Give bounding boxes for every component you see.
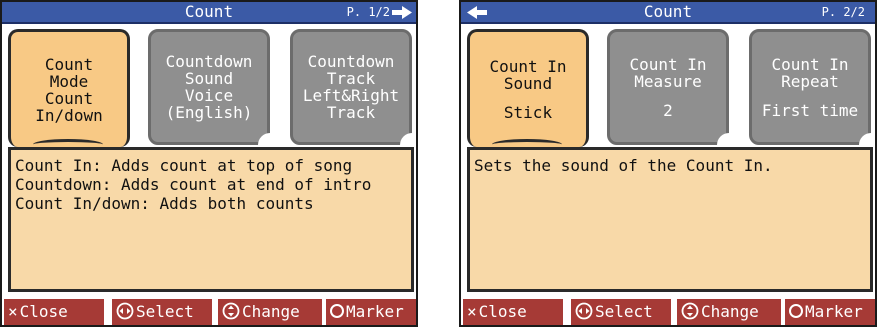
select-button[interactable]: Select [571,299,671,325]
close-button[interactable]: × Close [4,299,104,325]
description-line: Count In: Adds count at top of song [15,156,353,175]
page-curl-decoration [717,133,729,145]
x-icon: × [467,302,477,321]
change-label: Change [701,302,759,321]
circle-icon [789,304,803,318]
parameter-tabs: Count Mode Count In/down Countdown Sound… [8,29,412,147]
tab-value: (English) [165,103,253,122]
left-right-dial-icon [116,302,134,320]
description-panel: Sets the sound of the Count In. [467,147,873,292]
tab-line: Countdown [165,52,253,71]
page-curl-decoration [400,133,412,145]
title-bar: Count P. 1/2 [2,2,416,24]
tab-countdown-sound[interactable]: Countdown Sound Voice (English) [148,29,270,145]
tab-line: Countdown [307,52,395,71]
tab-count-in-measure[interactable]: Count In Measure 2 [607,29,729,145]
tab-line: Measure [634,71,702,91]
tab-value: Count [44,88,94,108]
marker-button[interactable]: Marker [785,299,875,325]
close-label: Close [478,302,527,321]
tab-line: Mode [49,71,89,91]
count-screen-page-1: Count P. 1/2 Count Mode Count In/down Co… [0,0,418,327]
tab-line: Track [326,69,376,88]
circle-icon [330,304,344,318]
tab-value: 2 [663,100,673,120]
marker-label: Marker [346,302,404,321]
marker-label: Marker [805,302,863,321]
left-right-dial-icon [575,302,593,320]
close-label: Close [19,302,68,321]
select-label: Select [595,302,653,321]
footer-bar: × Close Select Change Marker [461,297,875,325]
screen-title: Count [643,2,693,21]
up-down-dial-icon [681,302,699,320]
tab-line: Repeat [781,71,839,91]
footer-bar: × Close Select Change Marker [2,297,416,325]
tab-line: Count In [489,57,567,76]
description-line: Sets the sound of the Count In. [474,156,773,175]
tab-value: Stick [503,103,553,122]
tab-line: Sound [184,69,234,88]
description-line: Count In/down: Adds both counts [15,194,314,213]
description-line: Countdown: Adds count at end of intro [15,175,372,194]
close-button[interactable]: × Close [463,299,563,325]
tab-value: In/down [35,105,103,125]
change-label: Change [242,302,300,321]
page-indicator: P. 2/2 [821,5,865,19]
tab-countdown-track[interactable]: Countdown Track Left&Right Track [290,29,412,145]
change-button[interactable]: Change [677,299,781,325]
tab-value: Left&Right [302,86,400,105]
page-curl-decoration [258,133,270,145]
tab-value: Voice [184,86,234,105]
description-panel: Count In: Adds count at top of song Count… [8,147,414,292]
marker-button[interactable]: Marker [326,299,416,325]
change-button[interactable]: Change [218,299,322,325]
tab-line: Sound [503,74,553,93]
tab-line: Count In [771,54,849,74]
page-curl-decoration [859,133,871,145]
page-indicator: P. 1/2 [346,5,390,19]
parameter-tabs: Count In Sound Stick Count In Measure 2 … [467,29,871,147]
tab-line: Count In [629,54,707,74]
arrow-right-icon[interactable] [392,6,412,19]
select-label: Select [136,302,194,321]
tab-count-in-sound[interactable]: Count In Sound Stick [467,29,589,147]
tab-value: Track [326,103,376,122]
up-down-dial-icon [222,302,240,320]
count-screen-page-2: Count P. 2/2 Count In Sound Stick Count … [459,0,877,327]
tab-count-mode[interactable]: Count Mode Count In/down [8,29,130,147]
x-icon: × [8,302,18,321]
select-button[interactable]: Select [112,299,212,325]
tab-count-in-repeat[interactable]: Count In Repeat First time [749,29,871,145]
title-bar: Count P. 2/2 [461,2,875,24]
tab-value: First time [761,100,859,120]
tab-line: Count [44,54,94,74]
